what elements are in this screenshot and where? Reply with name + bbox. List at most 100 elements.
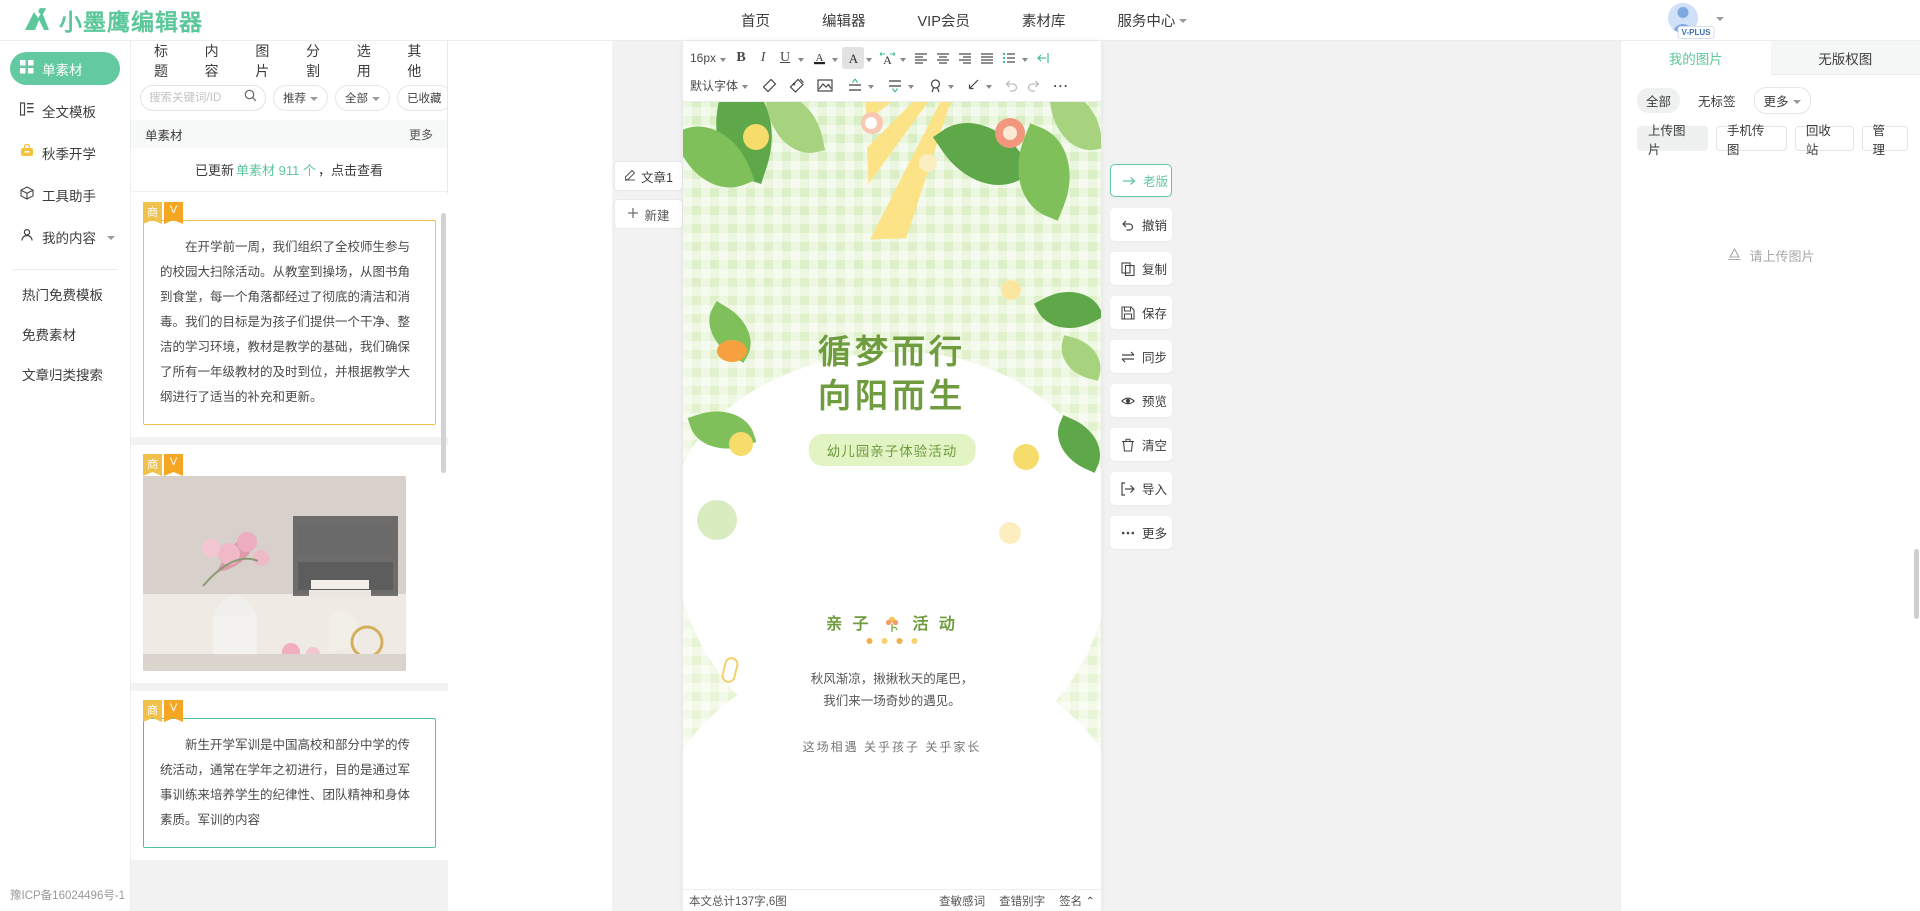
sidebar-item-single-material[interactable]: 单素材 bbox=[10, 52, 120, 85]
chevron-down-icon[interactable] bbox=[868, 85, 875, 89]
account-menu[interactable]: V-PLUS bbox=[1668, 3, 1724, 39]
sidebar-link-hot-free-templates[interactable]: 热门免费模板 bbox=[22, 284, 130, 304]
tab-selected[interactable]: 选用 bbox=[340, 41, 391, 81]
underline-icon[interactable]: U bbox=[774, 47, 796, 69]
material-card[interactable]: 商 V 新生开学军训是中国高校和部分中学的传统活动，通常在学年之初进行，目的是通… bbox=[131, 691, 448, 860]
sidebar-link-free-materials[interactable]: 免费素材 bbox=[22, 324, 130, 344]
font-color-icon[interactable]: A bbox=[808, 47, 830, 69]
sidebar-item-full-template[interactable]: 全文模板 bbox=[10, 94, 120, 127]
action-save[interactable]: 保存 bbox=[1110, 296, 1172, 329]
action-more[interactable]: 更多 bbox=[1110, 516, 1172, 549]
document-new-button[interactable]: 新建 bbox=[614, 199, 683, 229]
search-icon[interactable] bbox=[244, 89, 257, 107]
chevron-down-icon bbox=[1792, 99, 1801, 104]
action-import[interactable]: 导入 bbox=[1110, 472, 1172, 505]
align-left-icon[interactable] bbox=[910, 47, 932, 69]
nav-item-material-library[interactable]: 素材库 bbox=[996, 10, 1092, 31]
material-card-list[interactable]: 商 V 在开学前一周，我们组织了全校师生参与的校园大扫除活动。从教室到操场，从图… bbox=[131, 193, 448, 911]
nav-item-vip[interactable]: VIP会员 bbox=[892, 10, 996, 31]
font-family-select[interactable]: 默认字体 bbox=[688, 77, 740, 94]
poster-body-line-1: 秋风渐凉，揪揪秋天的尾巴， bbox=[810, 672, 974, 686]
material-update-notice[interactable]: 已更新 单素材 911 个，点击查看 bbox=[131, 148, 447, 192]
image-panel-empty-state[interactable]: 请上传图片 bbox=[1621, 246, 1920, 265]
tab-other[interactable]: 其他 bbox=[390, 41, 441, 81]
action-undo[interactable]: 撤销 bbox=[1110, 208, 1172, 241]
chevron-down-icon[interactable] bbox=[742, 85, 749, 89]
format-brush-icon[interactable] bbox=[786, 75, 808, 97]
highlight-color-icon[interactable]: A bbox=[842, 47, 865, 69]
filter-all[interactable]: 全部 bbox=[335, 85, 390, 111]
tab-image[interactable]: 图片 bbox=[238, 41, 289, 81]
chevron-down-icon[interactable] bbox=[986, 85, 993, 89]
chevron-down-icon[interactable] bbox=[720, 57, 727, 62]
recycle-bin-button[interactable]: 回收站 bbox=[1794, 124, 1854, 157]
image-filter-all[interactable]: 全部 bbox=[1637, 88, 1681, 113]
nav-item-service-center[interactable]: 服务中心 bbox=[1091, 10, 1213, 31]
search-input[interactable] bbox=[149, 92, 244, 104]
bold-icon[interactable]: B bbox=[730, 47, 752, 69]
chevron-down-icon[interactable] bbox=[866, 57, 873, 62]
material-card[interactable]: 商 V bbox=[131, 445, 448, 683]
manage-button[interactable]: 管理 bbox=[1861, 124, 1908, 157]
more-icon[interactable]: ⋯ bbox=[1050, 75, 1072, 97]
sidebar-item-autumn-school[interactable]: 秋季开学 bbox=[10, 136, 120, 169]
material-card[interactable]: 商 V 在开学前一周，我们组织了全校师生参与的校园大扫除活动。从教室到操场，从图… bbox=[131, 193, 448, 437]
tab-copyright-free-images[interactable]: 无版权图 bbox=[1770, 41, 1920, 75]
document-article-1[interactable]: 文章1 bbox=[614, 161, 683, 191]
action-clear[interactable]: 清空 bbox=[1110, 428, 1172, 461]
clear-format-icon[interactable] bbox=[962, 75, 984, 97]
material-list-more[interactable]: 更多 bbox=[409, 126, 433, 143]
tab-title[interactable]: 标题 bbox=[137, 41, 188, 81]
line-height-icon[interactable] bbox=[844, 75, 866, 97]
chevron-down-icon[interactable] bbox=[900, 57, 907, 62]
image-panel-scrollbar[interactable] bbox=[1914, 549, 1919, 619]
nav-item-home[interactable]: 首页 bbox=[715, 10, 796, 31]
chevron-down-icon[interactable] bbox=[832, 57, 839, 62]
image-filter-more[interactable]: 更多 bbox=[1753, 87, 1811, 114]
action-preview[interactable]: 预览 bbox=[1110, 384, 1172, 417]
align-right-icon[interactable] bbox=[954, 47, 976, 69]
brand-logo[interactable]: 小墨鹰编辑器 bbox=[22, 3, 203, 37]
tab-content[interactable]: 内容 bbox=[188, 41, 239, 81]
align-justify-icon[interactable] bbox=[976, 47, 998, 69]
sidebar-item-label: 工具助手 bbox=[42, 188, 96, 204]
filter-favorited[interactable]: 已收藏 bbox=[397, 85, 452, 111]
chevron-down-icon[interactable] bbox=[908, 85, 915, 89]
nav-item-editor[interactable]: 编辑器 bbox=[796, 10, 892, 31]
upload-image-button[interactable]: 上传图片 bbox=[1637, 124, 1708, 157]
align-center-icon[interactable] bbox=[932, 47, 954, 69]
action-copy[interactable]: 复制 bbox=[1110, 252, 1172, 285]
undo-icon[interactable] bbox=[1000, 75, 1022, 97]
mobile-upload-button[interactable]: 手机传图 bbox=[1715, 124, 1787, 157]
insert-image-icon[interactable] bbox=[814, 75, 836, 97]
italic-icon[interactable]: I bbox=[752, 47, 774, 69]
search-box[interactable] bbox=[140, 85, 266, 111]
sidebar-link-article-category-search[interactable]: 文章归类搜索 bbox=[22, 364, 130, 384]
link-icon[interactable] bbox=[924, 75, 946, 97]
paragraph-spacing-icon[interactable] bbox=[884, 75, 906, 97]
check-sensitive-words-button[interactable]: 查敏感词 bbox=[939, 893, 985, 909]
letter-spacing-icon[interactable]: A bbox=[876, 47, 898, 69]
tab-my-images[interactable]: 我的图片 bbox=[1621, 41, 1771, 75]
chevron-down-icon[interactable] bbox=[798, 57, 805, 62]
check-typos-button[interactable]: 查错别字 bbox=[999, 893, 1045, 909]
chevron-down-icon[interactable] bbox=[948, 85, 955, 89]
sidebar-item-label: 我的内容 bbox=[42, 230, 96, 246]
redo-icon[interactable] bbox=[1022, 75, 1044, 97]
chevron-down-icon[interactable] bbox=[1716, 17, 1724, 21]
chevron-down-icon[interactable] bbox=[1022, 57, 1029, 62]
material-scrollbar[interactable] bbox=[441, 213, 446, 473]
list-icon[interactable] bbox=[998, 47, 1020, 69]
sidebar-item-tools[interactable]: 工具助手 bbox=[10, 178, 120, 211]
filter-recommend[interactable]: 推荐 bbox=[273, 85, 328, 111]
action-old-version[interactable]: 老版 bbox=[1110, 164, 1172, 197]
signature-button[interactable]: 签名 ⌃ bbox=[1059, 893, 1095, 909]
indent-icon[interactable] bbox=[1032, 47, 1054, 69]
poster-content[interactable]: 循梦而行 向阳而生 幼儿园亲子体验活动 亲 子 活 动 秋风渐凉，揪揪秋天的尾巴… bbox=[683, 102, 1101, 818]
image-filter-untagged[interactable]: 无标签 bbox=[1689, 88, 1745, 113]
sidebar-item-my-content[interactable]: 我的内容 bbox=[10, 220, 120, 253]
action-sync[interactable]: 同步 bbox=[1110, 340, 1172, 373]
tab-divider[interactable]: 分割 bbox=[289, 41, 340, 81]
eraser-icon[interactable] bbox=[758, 75, 780, 97]
font-size-select[interactable]: 16px bbox=[688, 51, 718, 65]
